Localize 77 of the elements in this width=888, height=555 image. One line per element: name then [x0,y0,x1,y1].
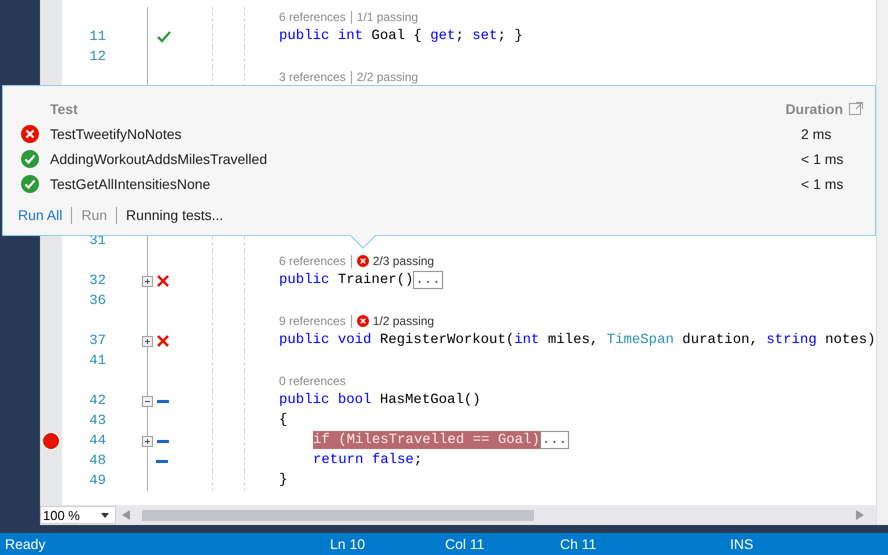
references-link[interactable]: 6 references [279,251,346,271]
line-number: 11 [89,29,106,45]
code-text: if [313,431,338,449]
line-number: 37 [89,333,106,349]
code-text: string [766,331,818,349]
code-text: } [279,471,288,489]
status-text: Ready [4,536,46,552]
code-text: (MilesTravelled == Goal) [338,431,540,449]
references-link[interactable]: 0 references [279,371,346,391]
code-text: ; [414,451,422,469]
breakpoint-icon[interactable] [43,433,59,449]
code-text: int [514,331,540,349]
column-header: Test [50,100,79,116]
code-text: RegisterWorkout( [380,331,514,349]
zoom-dropdown[interactable]: 100 % [40,506,116,524]
expand-icon[interactable] [142,336,153,346]
tests-passing-link[interactable]: 2/3 passing [372,251,434,271]
line-number: 42 [89,393,106,409]
test-duration: < 1 ms [801,150,844,166]
code-text: HasMetGoal() [380,391,481,409]
test-name[interactable]: TestGetAllIntensitiesNone [50,176,801,192]
code-text: bool [338,391,372,409]
vertical-scrollbar[interactable] [876,0,888,525]
code-text: Trainer() [338,271,414,289]
test-name[interactable]: TestTweetifyNoNotes [50,126,801,142]
line-number: 12 [89,49,106,65]
tests-passing-link[interactable]: 1/1 passing [356,7,418,27]
test-duration: < 1 ms [801,176,844,192]
code-text: public [279,391,330,409]
expand-icon[interactable] [142,436,153,446]
line-number: 48 [89,453,106,469]
references-link[interactable]: 9 references [279,311,346,331]
references-link[interactable]: 3 references [279,67,346,87]
tests-passing-link[interactable]: 2/2 passing [356,67,418,87]
status-text: Col 11 [444,536,486,552]
collapsed-code-button[interactable]: ... [540,431,570,449]
code-text: public [279,331,330,349]
code-text: int [338,27,364,45]
code-text: miles, [548,331,600,349]
code-text: set [472,27,498,45]
popout-window-icon[interactable] [849,102,863,115]
scroll-right-icon[interactable] [856,510,864,520]
collapse-icon[interactable] [142,396,153,406]
run-link[interactable]: Run All [18,207,62,223]
tests-passing-link[interactable]: 1/2 passing [372,311,434,331]
code-text: ; } [497,27,523,45]
scroll-left-icon[interactable] [122,510,130,520]
line-number: 49 [89,473,106,489]
references-link[interactable]: 6 references [279,7,346,27]
code-text: get [430,27,456,45]
line-number: 36 [89,293,106,309]
status-message: Running tests... [126,207,224,223]
scrollbar-thumb[interactable] [142,510,534,520]
line-number: 43 [89,413,106,429]
line-number: 41 [89,353,106,369]
code-text: void [338,331,372,349]
test-duration: 2 ms [801,126,832,142]
code-text: public [279,271,330,289]
code-text: false [372,451,414,469]
expand-icon[interactable] [142,276,153,286]
code-text: Goal { [371,27,423,45]
code-text: { [279,411,288,429]
collapsed-code-button[interactable]: ... [413,271,443,289]
line-number: 32 [89,273,106,289]
status-text: INS [729,536,754,552]
code-text: TimeSpan [606,331,675,349]
line-number: 44 [89,433,106,449]
code-text: duration, [682,331,759,349]
status-text: Ch 11 [559,536,598,552]
column-header: Duration [785,100,843,116]
test-name[interactable]: AddingWorkoutAddsMilesTravelled [50,150,801,166]
code-text: notes) [825,331,876,349]
code-text: public [279,27,330,45]
status-text: Ln 10 [329,536,366,552]
code-text: return [313,451,364,469]
code-text: ; [455,27,465,45]
caret-icon [101,512,109,518]
